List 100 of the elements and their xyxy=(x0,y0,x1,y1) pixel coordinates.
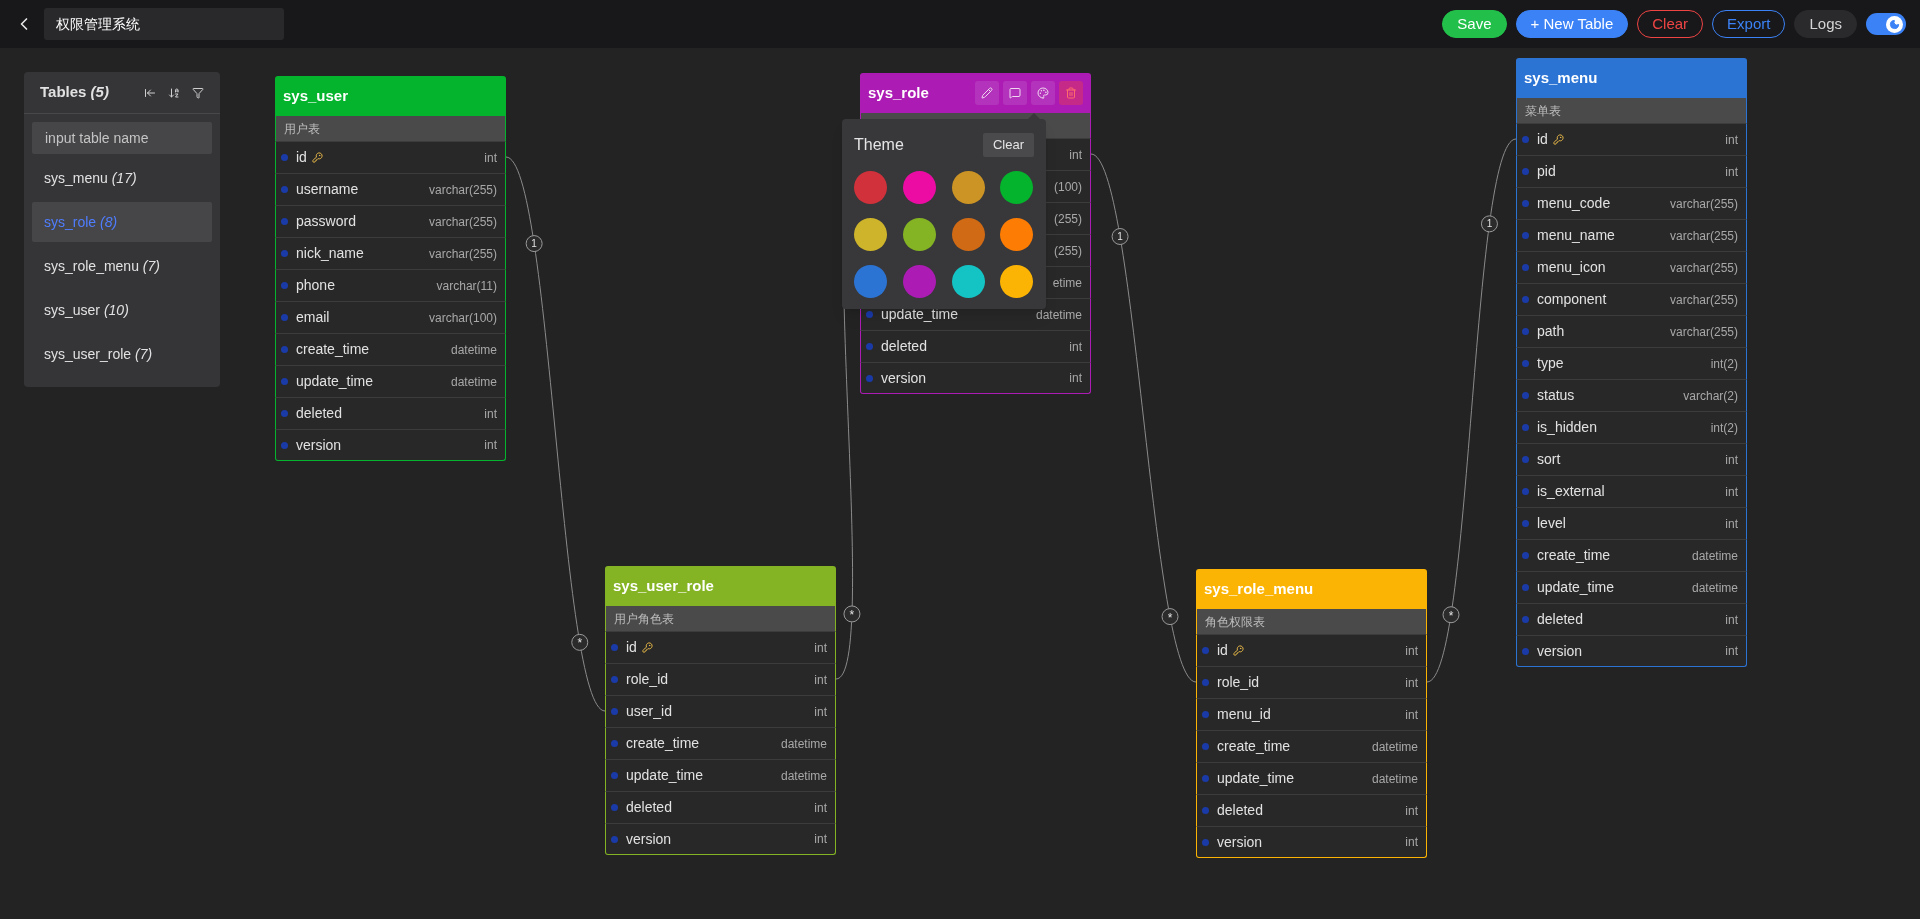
field-row[interactable]: update_time datetime xyxy=(1196,762,1427,794)
color-swatch[interactable] xyxy=(1000,171,1034,204)
sort-icon[interactable] xyxy=(168,86,180,99)
filter-icon[interactable] xyxy=(192,86,204,99)
field-row[interactable]: deleted int xyxy=(1196,794,1427,826)
field-row[interactable]: deleted int xyxy=(275,397,506,429)
field-row[interactable]: role_id int xyxy=(605,663,836,695)
edit-button[interactable] xyxy=(975,81,999,105)
field-row[interactable]: nick_name varchar(255) xyxy=(275,237,506,269)
field-row[interactable]: deleted int xyxy=(605,791,836,823)
field-row[interactable]: deleted int xyxy=(1516,603,1747,635)
field-row[interactable]: email varchar(100) xyxy=(275,301,506,333)
field-name: create_time xyxy=(1537,546,1611,565)
field-type: datetime xyxy=(1691,547,1738,565)
field-type: int xyxy=(484,437,497,454)
field-row[interactable]: menu_id int xyxy=(1196,698,1427,730)
field-row[interactable]: sort int xyxy=(1516,443,1747,475)
color-swatch[interactable] xyxy=(902,265,936,298)
field-row[interactable]: version int xyxy=(860,362,1091,394)
field-row[interactable]: version int xyxy=(1196,826,1427,858)
table-header[interactable]: sys_menu xyxy=(1516,58,1747,98)
field-name: version xyxy=(1537,641,1583,661)
field-row[interactable]: update_time datetime xyxy=(275,365,506,397)
comment-button[interactable] xyxy=(1003,81,1027,105)
field-row[interactable]: pid int xyxy=(1516,155,1747,187)
field-name: menu_name xyxy=(1537,226,1615,245)
field-row[interactable]: role_id int xyxy=(1196,666,1427,698)
dark-mode-toggle[interactable] xyxy=(1866,13,1906,35)
table-list-item[interactable]: sys_user (10) xyxy=(32,290,212,330)
color-swatch[interactable] xyxy=(854,265,887,298)
field-row[interactable]: update_time datetime xyxy=(605,759,836,791)
field-type: varchar(255) xyxy=(428,245,497,263)
field-name: menu_code xyxy=(1537,194,1611,213)
color-swatch[interactable] xyxy=(951,218,985,251)
field-row[interactable]: deleted int xyxy=(860,330,1091,362)
field-name: deleted xyxy=(296,404,342,423)
field-row[interactable]: version int xyxy=(1516,635,1747,667)
field-row[interactable]: version int xyxy=(275,429,506,461)
color-swatch[interactable] xyxy=(951,171,985,204)
color-swatch[interactable] xyxy=(951,265,985,298)
trash-icon xyxy=(1065,87,1077,99)
project-title-field[interactable]: 权限管理系统 xyxy=(44,8,284,40)
table-search-field[interactable]: input table name xyxy=(32,122,212,154)
table-list-item[interactable]: sys_menu (17) xyxy=(32,158,212,198)
field-row[interactable]: menu_icon varchar(255) xyxy=(1516,251,1747,283)
field-row[interactable]: create_time datetime xyxy=(275,333,506,365)
field-type: int xyxy=(1725,611,1738,629)
table-header[interactable]: sys_role xyxy=(860,73,1091,113)
field-row[interactable]: password varchar(255) xyxy=(275,205,506,237)
table-list-item[interactable]: sys_role_menu (7) xyxy=(32,246,212,286)
field-row[interactable]: path varchar(255) xyxy=(1516,315,1747,347)
field-row[interactable]: component varchar(255) xyxy=(1516,283,1747,315)
field-type: (100) xyxy=(1054,178,1082,196)
field-name: id xyxy=(626,638,637,657)
toolbar-button[interactable]: Logs xyxy=(1794,10,1857,38)
panel-title: Tables (5) xyxy=(40,82,109,103)
field-row[interactable]: is_hidden int(2) xyxy=(1516,411,1747,443)
table-comment: 菜单表 xyxy=(1525,102,1561,120)
table-name: sys_role xyxy=(868,82,929,103)
field-type: datetime xyxy=(450,341,497,359)
color-swatch[interactable] xyxy=(902,218,936,251)
field-type: varchar(255) xyxy=(428,181,497,199)
theme-button[interactable] xyxy=(1031,81,1055,105)
field-name: update_time xyxy=(881,305,959,324)
field-name: version xyxy=(881,368,927,388)
table-name: sys_user xyxy=(283,85,349,106)
field-row[interactable]: user_id int xyxy=(605,695,836,727)
field-row[interactable]: version int xyxy=(605,823,836,855)
color-swatch[interactable] xyxy=(1000,218,1034,251)
field-row[interactable]: menu_code varchar(255) xyxy=(1516,187,1747,219)
field-type: int xyxy=(1405,706,1418,724)
clear-theme-button[interactable]: Clear xyxy=(982,133,1034,157)
collapse-icon[interactable] xyxy=(144,86,156,99)
field-name: id xyxy=(1537,130,1548,149)
field-row[interactable]: status varchar(2) xyxy=(1516,379,1747,411)
field-row[interactable]: phone varchar(11) xyxy=(275,269,506,301)
field-row[interactable]: level int xyxy=(1516,507,1747,539)
field-row[interactable]: create_time datetime xyxy=(1196,730,1427,762)
field-row[interactable]: id int xyxy=(1516,123,1747,155)
field-name: deleted xyxy=(1217,801,1263,820)
field-row[interactable]: id int xyxy=(605,631,836,663)
field-row[interactable]: id int xyxy=(1196,634,1427,666)
field-name: version xyxy=(626,829,672,849)
field-row[interactable]: create_time datetime xyxy=(605,727,836,759)
toolbar-button[interactable]: + New Table xyxy=(1515,10,1629,38)
field-row[interactable]: is_external int xyxy=(1516,475,1747,507)
color-swatch[interactable] xyxy=(1000,265,1034,298)
field-row[interactable]: id int xyxy=(275,141,506,173)
color-swatch[interactable] xyxy=(854,171,887,204)
field-row[interactable]: type int(2) xyxy=(1516,347,1747,379)
table-list-item[interactable]: sys_user_role (7) xyxy=(32,334,212,374)
color-swatch[interactable] xyxy=(854,218,887,251)
color-swatch[interactable] xyxy=(902,171,936,204)
field-row[interactable]: username varchar(255) xyxy=(275,173,506,205)
field-row[interactable]: update_time datetime xyxy=(1516,571,1747,603)
field-type: int xyxy=(1725,131,1738,149)
field-row[interactable]: create_time datetime xyxy=(1516,539,1747,571)
field-row[interactable]: menu_name varchar(255) xyxy=(1516,219,1747,251)
field-name: update_time xyxy=(1537,578,1615,597)
field-name: update_time xyxy=(1217,769,1295,788)
